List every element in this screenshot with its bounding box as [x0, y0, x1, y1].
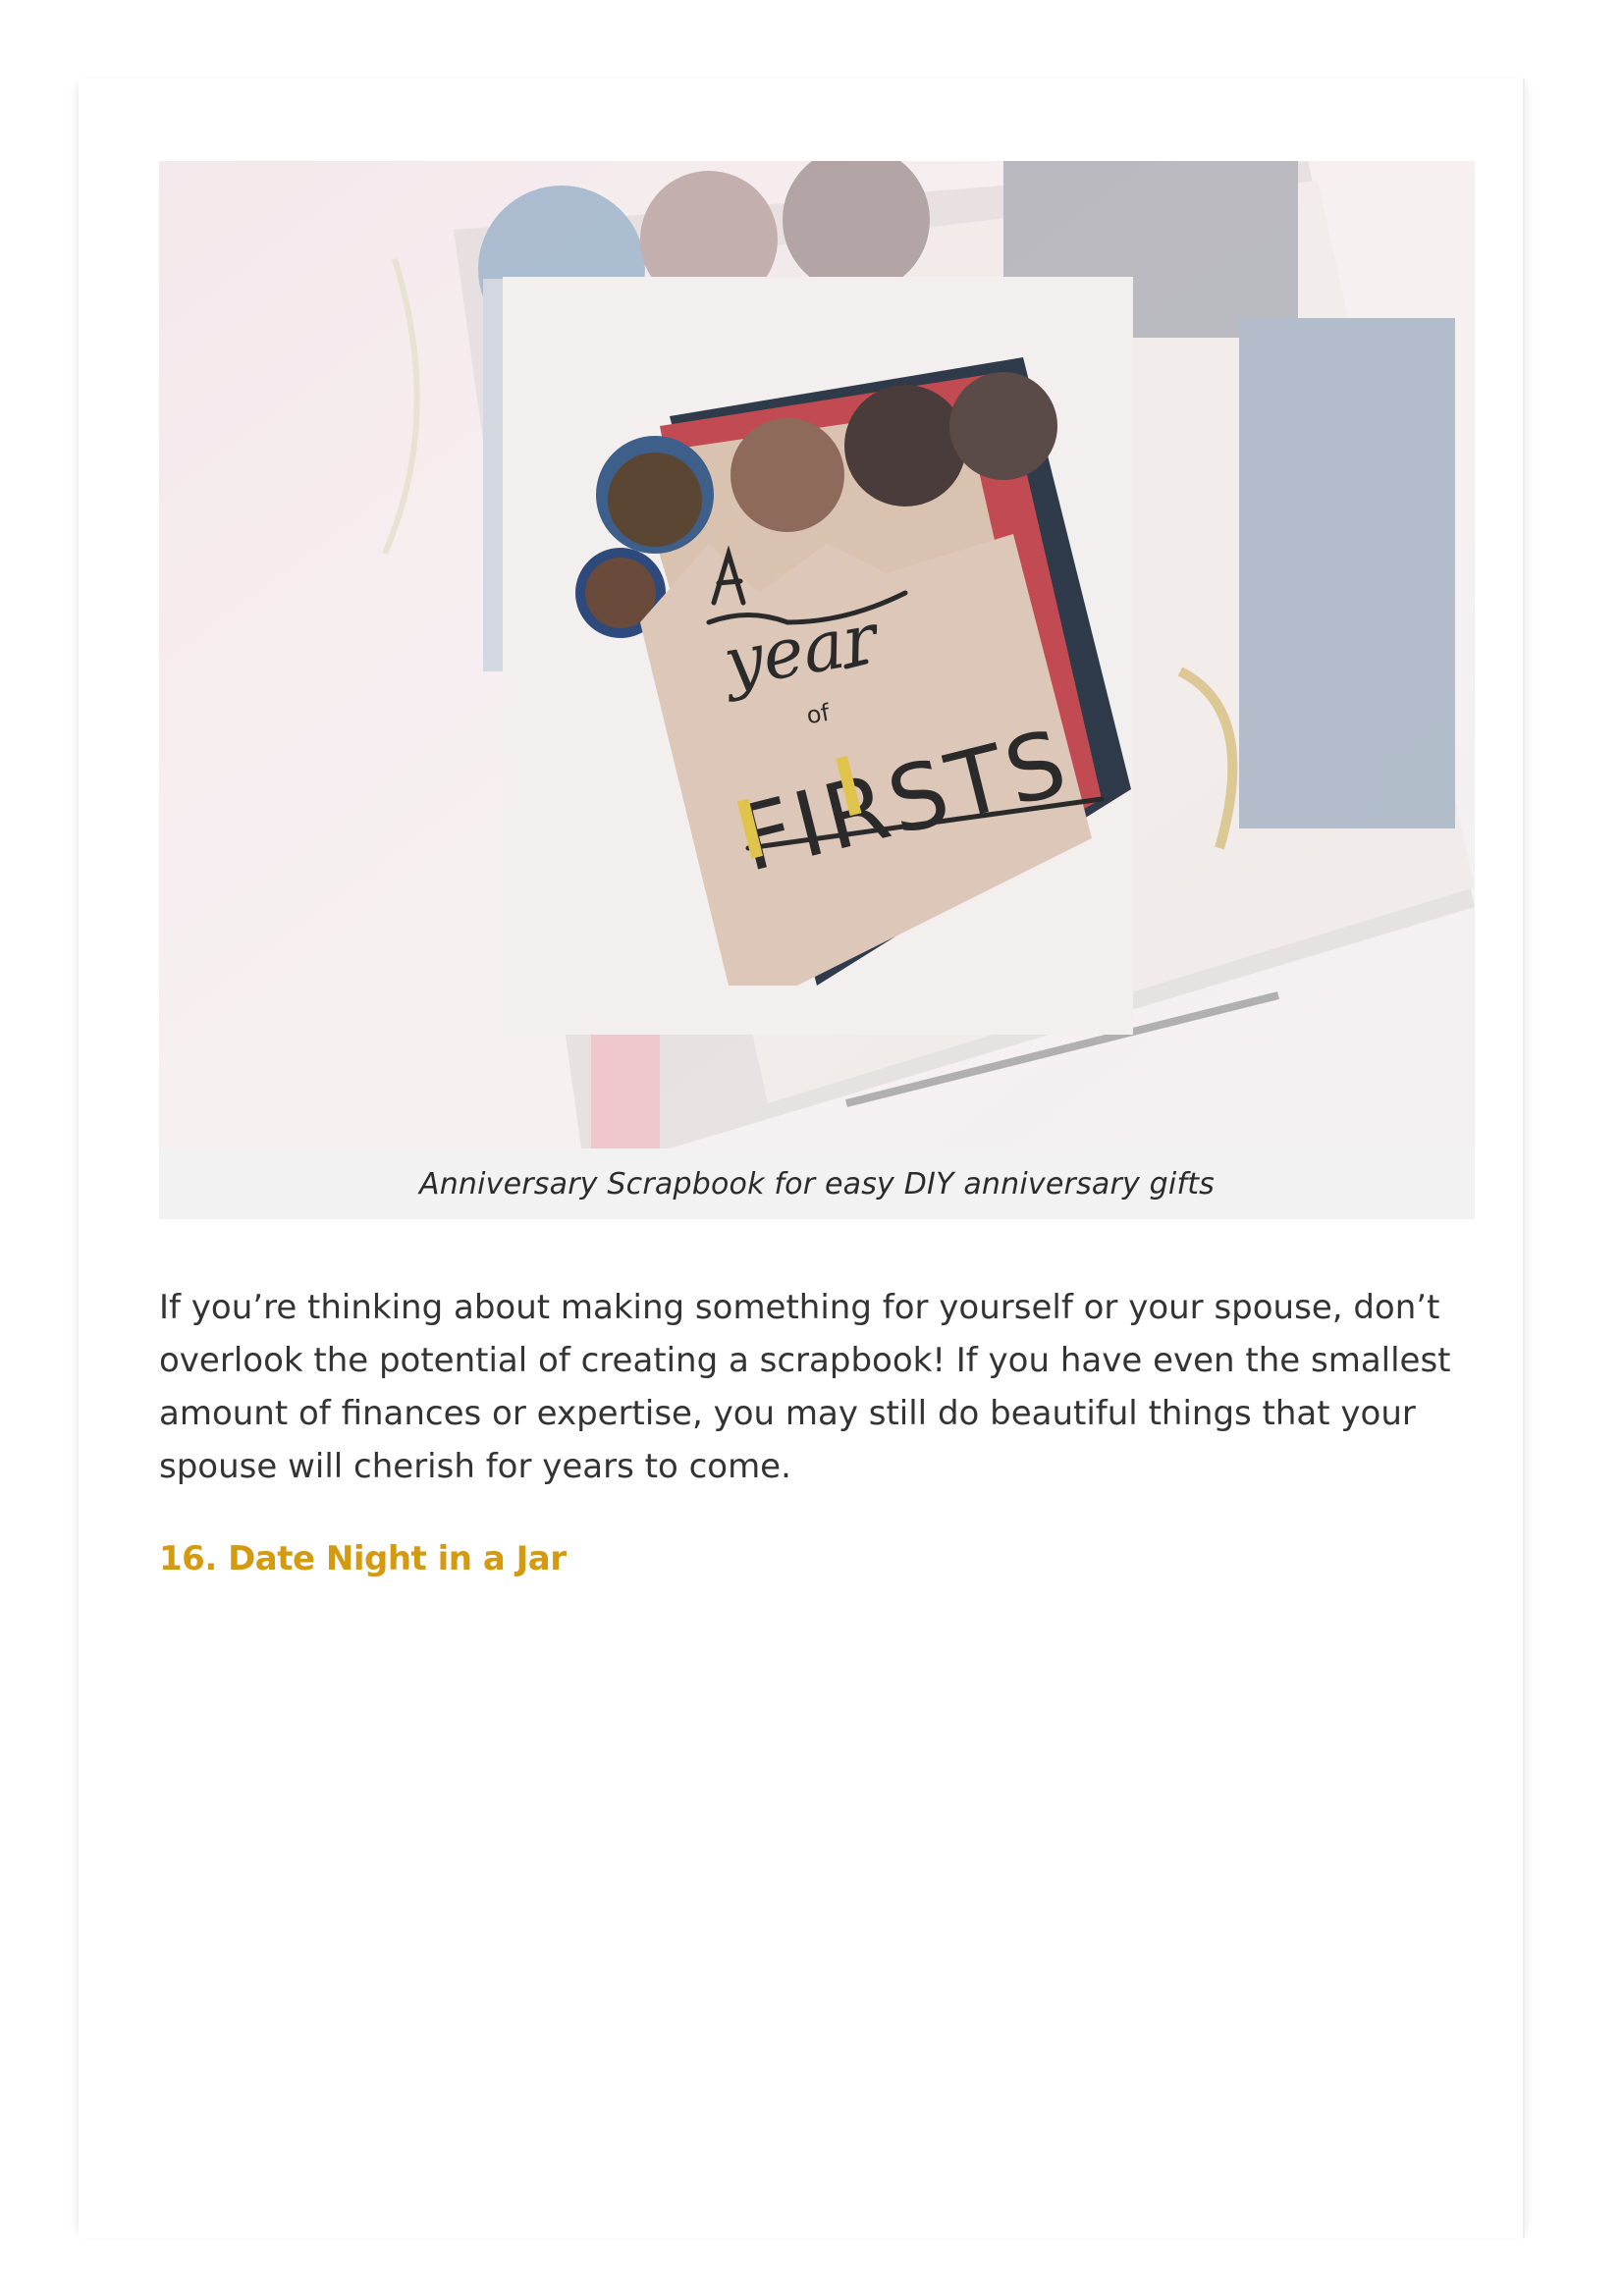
- caption-bar: Anniversary Scrapbook for easy DIY anniv…: [159, 1148, 1475, 1219]
- image-caption: Anniversary Scrapbook for easy DIY anniv…: [418, 1166, 1216, 1201]
- scrapbook-illustration: year of FIRSTS: [159, 161, 1475, 1148]
- section-heading[interactable]: 16. Date Night in a Jar: [159, 1539, 567, 1578]
- article-figure: year of FIRSTS Anniversary Scrapbook for…: [159, 161, 1475, 1219]
- page-right-border: [1523, 79, 1525, 2238]
- article-paragraph: If you’re thinking about making somethin…: [159, 1288, 1451, 1486]
- scrapbook-photo: year of FIRSTS: [159, 161, 1475, 1148]
